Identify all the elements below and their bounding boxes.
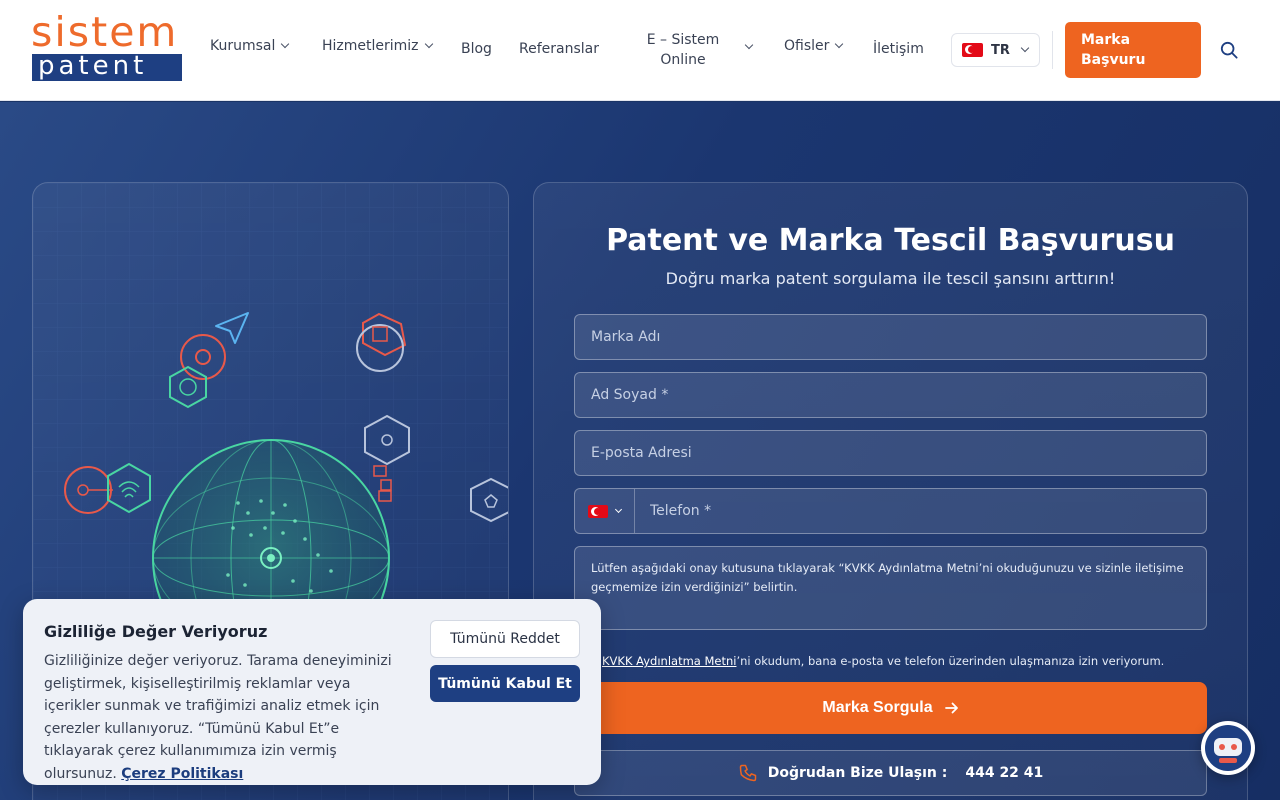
nav-ofisler-label: Ofisler — [784, 38, 830, 54]
nav-iletisim-label: İletişim — [873, 41, 924, 57]
nav-ofisler[interactable]: Ofisler — [784, 38, 844, 54]
nav-hizmetlerimiz-label: Hizmetlerimiz — [322, 38, 419, 54]
contact-bar[interactable]: Doğrudan Bize Ulaşın : 444 22 41 — [574, 750, 1207, 796]
chat-widget[interactable] — [1201, 721, 1255, 775]
marka-basvuru-button[interactable]: Marka Başvuru — [1065, 22, 1201, 78]
phone-icon — [739, 764, 756, 782]
brand-name-input[interactable] — [574, 314, 1207, 360]
nav-hizmetlerimiz[interactable]: Hizmetlerimiz — [322, 38, 433, 54]
logo-wordmark-bottom: patent — [32, 54, 182, 81]
kvkk-link[interactable]: KVKK Aydınlatma Metni — [602, 654, 736, 668]
language-code: TR — [991, 42, 1010, 58]
full-name-input[interactable] — [574, 372, 1207, 418]
application-form-card: Patent ve Marka Tescil Başvurusu Doğru m… — [533, 182, 1248, 800]
chevron-down-icon — [1020, 43, 1030, 53]
country-code-selector[interactable] — [575, 489, 635, 533]
form-title: Patent ve Marka Tescil Başvurusu — [606, 223, 1175, 258]
nav-e-sistem-label-1: E – Sistem — [646, 32, 720, 48]
chevron-down-icon — [424, 39, 433, 49]
turkey-flag-icon — [588, 504, 608, 518]
nav-referanslar-label: Referanslar — [519, 41, 599, 57]
nav-e-sistem-online[interactable]: E – Sistem Online — [640, 30, 760, 70]
chevron-down-icon — [614, 505, 623, 513]
kvkk-notice: Lütfen aşağıdaki onay kutusuna tıklayara… — [574, 546, 1207, 630]
cookie-text: Gizliliğinize değer veriyoruz. Tarama de… — [44, 650, 409, 786]
accept-all-button[interactable]: Tümünü Kabul Et — [430, 665, 580, 702]
consent-text: KVKK Aydınlatma Metni’ni okudum, bana e-… — [602, 654, 1164, 668]
cta-label-2: Başvuru — [1081, 52, 1146, 68]
phone-field — [574, 488, 1207, 534]
nav-blog[interactable]: Blog — [461, 41, 492, 57]
sistem-patent-logo[interactable]: sistem patent — [31, 12, 183, 82]
submit-label: Marka Sorgula — [822, 699, 933, 716]
chevron-down-icon — [744, 40, 754, 50]
chevron-down-icon — [835, 39, 844, 49]
language-selector[interactable]: TR — [951, 33, 1040, 67]
consent-rest: ’ni okudum, bana e-posta ve telefon üzer… — [736, 654, 1165, 668]
form-subtitle: Doğru marka patent sorgulama ile tescil … — [665, 269, 1116, 288]
cookie-body: Gizliliğinize değer veriyoruz. Tarama de… — [44, 653, 392, 782]
cookie-title: Gizliliğe Değer Veriyoruz — [44, 622, 268, 641]
nav-kurumsal[interactable]: Kurumsal — [210, 38, 290, 54]
marka-sorgula-button[interactable]: Marka Sorgula — [574, 682, 1207, 734]
chevron-down-icon — [281, 39, 290, 49]
search-icon[interactable] — [1220, 41, 1238, 59]
cookie-policy-link[interactable]: Çerez Politikası — [121, 766, 243, 782]
contact-number: 444 22 41 — [965, 765, 1044, 781]
turkey-flag-icon — [962, 43, 983, 57]
reject-all-button[interactable]: Tümünü Reddet — [430, 620, 580, 658]
chat-bot-icon — [1205, 725, 1251, 771]
cookie-banner: Gizliliğe Değer Veriyoruz Gizliliğinize … — [23, 599, 601, 785]
nav-iletisim[interactable]: İletişim — [873, 41, 924, 57]
nav-kurumsal-label: Kurumsal — [210, 38, 276, 54]
contact-label: Doğrudan Bize Ulaşın : — [767, 765, 948, 781]
arrow-right-icon — [944, 702, 958, 714]
phone-input[interactable] — [636, 489, 1206, 533]
nav-blog-label: Blog — [461, 41, 492, 57]
nav-e-sistem-label-2: Online — [660, 52, 706, 68]
logo-wordmark-top: sistem — [31, 8, 179, 56]
site-header: sistem patent Kurumsal Hizmetlerimiz Blo… — [0, 0, 1280, 101]
cta-label-1: Marka — [1081, 32, 1131, 48]
header-divider — [1052, 31, 1053, 69]
nav-referanslar[interactable]: Referanslar — [519, 41, 599, 57]
email-input[interactable] — [574, 430, 1207, 476]
